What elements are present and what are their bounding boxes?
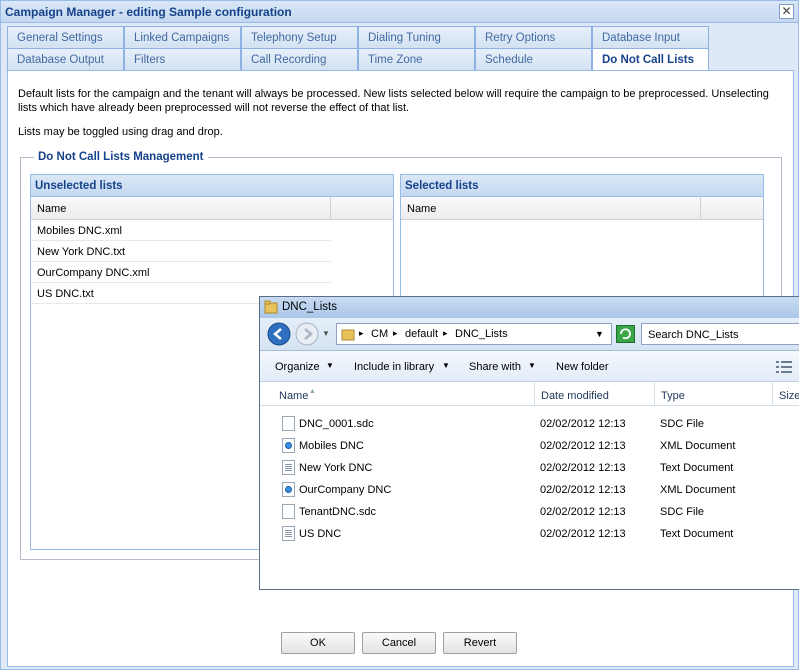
file-name: Mobiles DNC bbox=[299, 440, 364, 452]
xml-file-icon bbox=[282, 438, 295, 453]
breadcrumb-dnc-lists[interactable]: DNC_Lists bbox=[455, 328, 508, 340]
tab-schedule[interactable]: Schedule bbox=[475, 48, 592, 70]
window-titlebar[interactable]: Campaign Manager - editing Sample config… bbox=[1, 1, 798, 23]
explorer-window: DNC_Lists ▼ ▸ CM ▸ default ▸ DNC_Lists ▼… bbox=[259, 296, 799, 590]
tab-database-output[interactable]: Database Output bbox=[7, 48, 124, 70]
new-folder-button[interactable]: New folder bbox=[556, 361, 609, 373]
explorer-address-bar: ▼ ▸ CM ▸ default ▸ DNC_Lists ▼ Search DN… bbox=[260, 318, 799, 351]
unselected-grid-title: Unselected lists bbox=[31, 175, 393, 197]
type-column-header[interactable]: Type bbox=[655, 382, 773, 406]
cancel-button[interactable]: Cancel bbox=[362, 632, 436, 654]
include-in-library-button[interactable]: Include in library bbox=[354, 361, 434, 373]
refresh-icon[interactable] bbox=[616, 325, 635, 343]
toggle-hint-text: Lists may be toggled using drag and drop… bbox=[18, 126, 223, 138]
file-name: OurCompany DNC bbox=[299, 484, 392, 496]
address-dropdown-chevron-down-icon[interactable]: ▼ bbox=[595, 329, 604, 339]
xml-file-icon bbox=[282, 482, 295, 497]
file-row[interactable]: New York DNC 02/02/2012 12:13 Text Docum… bbox=[260, 457, 799, 479]
generic-file-icon bbox=[282, 504, 295, 519]
share-with-button[interactable]: Share with bbox=[469, 361, 521, 373]
close-button[interactable]: ✕ bbox=[779, 4, 794, 19]
tab-linked-campaigns[interactable]: Linked Campaigns bbox=[124, 26, 241, 48]
tab-call-recording[interactable]: Call Recording bbox=[241, 48, 358, 70]
breadcrumb-separator-icon: ▸ bbox=[443, 328, 448, 338]
forward-icon[interactable] bbox=[295, 322, 319, 346]
file-row[interactable]: US DNC 02/02/2012 12:13 Text Document bbox=[260, 523, 799, 545]
revert-button[interactable]: Revert bbox=[443, 632, 517, 654]
explorer-titlebar[interactable]: DNC_Lists bbox=[260, 297, 799, 318]
file-row[interactable]: OurCompany DNC 02/02/2012 12:13 XML Docu… bbox=[260, 479, 799, 501]
breadcrumb-cm[interactable]: CM bbox=[371, 328, 388, 340]
text-file-icon bbox=[282, 460, 295, 475]
generic-file-icon bbox=[282, 416, 295, 431]
file-row[interactable]: TenantDNC.sdc 02/02/2012 12:13 SDC File bbox=[260, 501, 799, 523]
size-column-header[interactable]: Size bbox=[773, 382, 799, 406]
file-name: DNC_0001.sdc bbox=[299, 418, 374, 430]
file-date: 02/02/2012 12:13 bbox=[540, 506, 626, 518]
back-icon[interactable] bbox=[267, 322, 291, 346]
tab-retry-options[interactable]: Retry Options bbox=[475, 26, 592, 48]
selected-grid-title: Selected lists bbox=[401, 175, 763, 197]
tab-general-settings[interactable]: General Settings bbox=[7, 26, 124, 48]
organize-button[interactable]: Organize bbox=[275, 361, 320, 373]
name-column-label: Name bbox=[279, 390, 309, 402]
list-item[interactable]: OurCompany DNC.xml bbox=[31, 262, 331, 283]
file-type: SDC File bbox=[660, 418, 705, 430]
file-type: Text Document bbox=[660, 462, 734, 474]
fieldset-legend: Do Not Call Lists Management bbox=[34, 151, 208, 163]
explorer-toolbar: Organize ▼ Include in library ▼ Share wi… bbox=[260, 351, 799, 382]
tab-time-zone[interactable]: Time Zone bbox=[358, 48, 475, 70]
breadcrumb-separator-icon: ▸ bbox=[359, 328, 364, 338]
name-column-header[interactable]: Name ▲ bbox=[273, 382, 535, 406]
file-type: XML Document bbox=[660, 440, 736, 452]
file-name: US DNC bbox=[299, 528, 342, 540]
recent-pages-chevron-down-icon[interactable]: ▼ bbox=[322, 329, 330, 338]
list-item[interactable]: New York DNC.txt bbox=[31, 241, 331, 262]
tab-dialing-tuning[interactable]: Dialing Tuning bbox=[358, 26, 475, 48]
selected-column-header: Name bbox=[401, 197, 763, 220]
description-text: Default lists for the campaign and the t… bbox=[18, 88, 769, 114]
folder-icon bbox=[264, 300, 278, 314]
file-type: Text Document bbox=[660, 528, 734, 540]
include-chevron-down-icon[interactable]: ▼ bbox=[442, 361, 450, 370]
file-date: 02/02/2012 12:13 bbox=[540, 440, 626, 452]
list-item[interactable]: Mobiles DNC.xml bbox=[31, 220, 331, 241]
tab-database-input[interactable]: Database Input bbox=[592, 26, 709, 48]
folder-icon bbox=[341, 329, 355, 341]
file-row[interactable]: Mobiles DNC 02/02/2012 12:13 XML Documen… bbox=[260, 435, 799, 457]
unselected-column-header: Name bbox=[31, 197, 393, 220]
share-chevron-down-icon[interactable]: ▼ bbox=[528, 361, 536, 370]
tab-do-not-call-lists[interactable]: Do Not Call Lists bbox=[592, 48, 709, 71]
name-column-header[interactable]: Name bbox=[401, 197, 701, 219]
file-date: 02/02/2012 12:13 bbox=[540, 462, 626, 474]
file-type: XML Document bbox=[660, 484, 736, 496]
explorer-title: DNC_Lists bbox=[282, 301, 337, 313]
organize-chevron-down-icon[interactable]: ▼ bbox=[326, 361, 334, 370]
date-modified-column-header[interactable]: Date modified bbox=[535, 382, 655, 406]
text-file-icon bbox=[282, 526, 295, 541]
breadcrumb-separator-icon: ▸ bbox=[393, 328, 398, 338]
file-date: 02/02/2012 12:13 bbox=[540, 418, 626, 430]
view-options-icon[interactable] bbox=[776, 360, 792, 374]
file-name: TenantDNC.sdc bbox=[299, 506, 377, 518]
breadcrumb-default[interactable]: default bbox=[405, 328, 438, 340]
search-input[interactable]: Search DNC_Lists bbox=[641, 323, 799, 345]
name-column-header[interactable]: Name bbox=[31, 197, 331, 219]
file-list-header: Name ▲ Date modified Type Size bbox=[260, 382, 799, 406]
window-title: Campaign Manager - editing Sample config… bbox=[5, 5, 292, 19]
tab-telephony-setup[interactable]: Telephony Setup bbox=[241, 26, 358, 48]
file-row[interactable]: DNC_0001.sdc 02/02/2012 12:13 SDC File bbox=[260, 413, 799, 435]
file-name: New York DNC bbox=[299, 462, 373, 474]
file-type: SDC File bbox=[660, 506, 705, 518]
address-path[interactable]: ▸ CM ▸ default ▸ DNC_Lists ▼ bbox=[336, 323, 612, 345]
file-date: 02/02/2012 12:13 bbox=[540, 528, 626, 540]
ok-button[interactable]: OK bbox=[281, 632, 355, 654]
tab-filters[interactable]: Filters bbox=[124, 48, 241, 70]
sort-ascending-icon: ▲ bbox=[309, 388, 316, 395]
file-date: 02/02/2012 12:13 bbox=[540, 484, 626, 496]
